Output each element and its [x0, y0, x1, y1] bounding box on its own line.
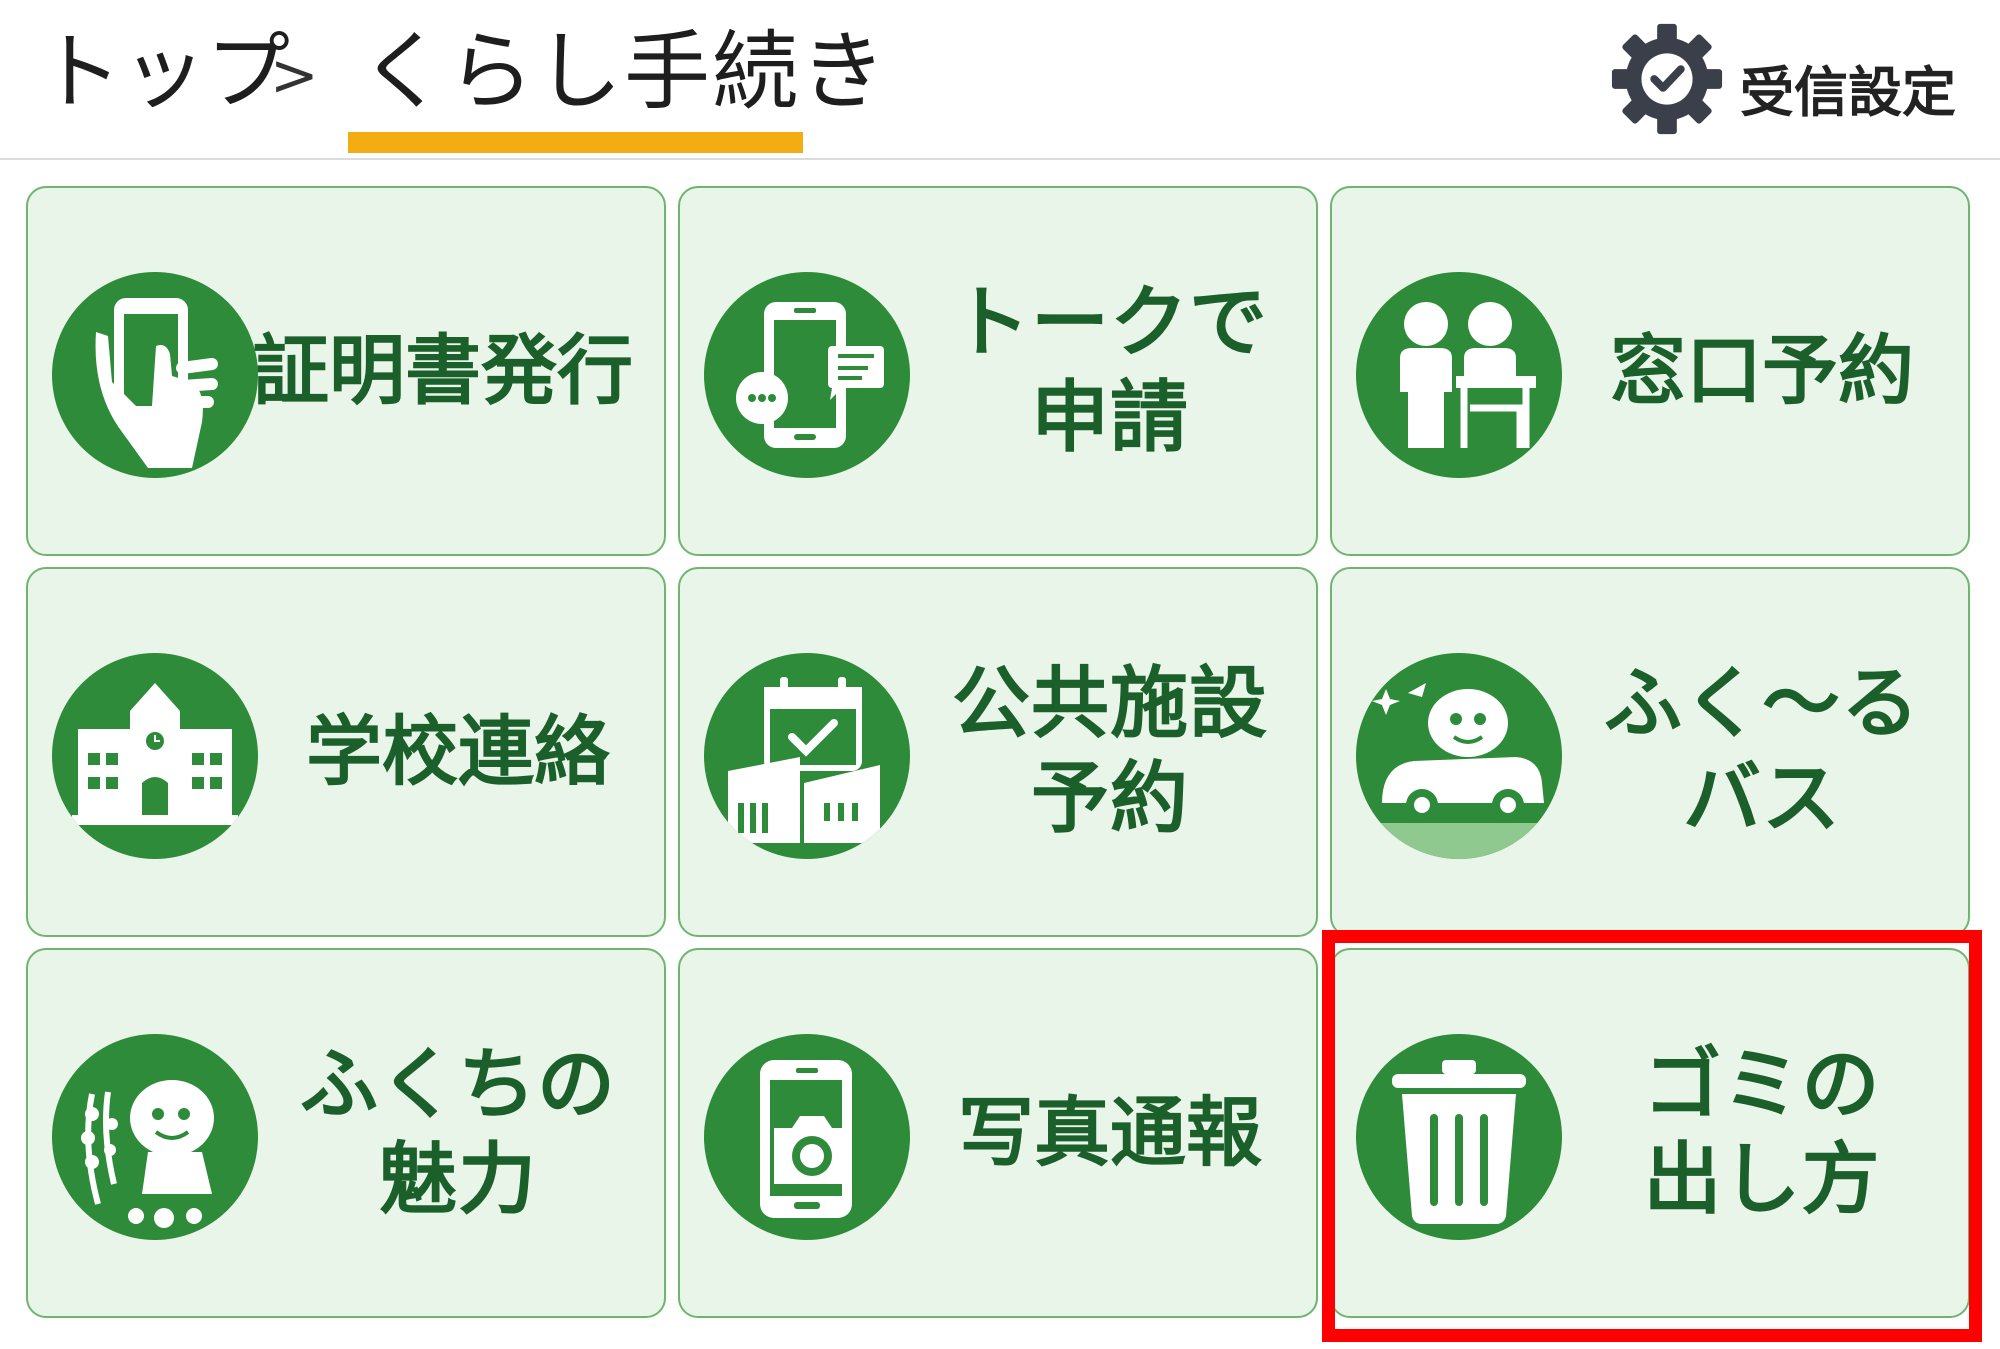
tile-label-line: 写真通報 [958, 1087, 1262, 1177]
tile-label: 窓口予約 [1562, 188, 1962, 554]
tile-label-line: 証明書発行 [253, 325, 633, 415]
tile-fukuru-bus[interactable]: ふく～る バス [1330, 567, 1970, 937]
tile-label-line: 申請 [1030, 373, 1189, 463]
tile-label: ふく～る バス [1562, 569, 1962, 935]
tile-label: 学校連絡 [258, 569, 658, 935]
tile-label-line: 窓口予約 [1610, 325, 1914, 415]
tile-school-contact[interactable]: 学校連絡 [26, 567, 666, 937]
tile-public-facility-reservation[interactable]: 公共施設 予約 [678, 567, 1318, 937]
tile-certificate-issuance[interactable]: 証明書発行 [26, 186, 666, 556]
trash-can-icon [1356, 1034, 1562, 1240]
tile-label: 公共施設 予約 [910, 569, 1310, 935]
tile-talk-application[interactable]: トークで 申請 [678, 186, 1318, 556]
tile-label-line: 公共施設 [951, 658, 1268, 749]
tile-label-line: トークで [951, 277, 1268, 368]
tile-garbage-disposal[interactable]: ゴミの 出し方 [1330, 948, 1970, 1318]
breadcrumb-separator: > [270, 41, 319, 109]
tile-label-line: ふくちの [299, 1039, 616, 1130]
tile-label: トークで 申請 [910, 188, 1310, 554]
header-bar: トップ > くらし手続き 受信設定 [0, 0, 2000, 160]
tile-label-line: ゴミの [1643, 1039, 1881, 1130]
breadcrumb-top-link[interactable]: トップ [38, 22, 290, 122]
tile-label-line: 魅力 [378, 1135, 537, 1225]
calendar-facility-icon [704, 653, 910, 859]
tile-label-line: 学校連絡 [306, 706, 610, 796]
receive-settings-label: 受信設定 [1740, 61, 1956, 124]
receive-settings-button[interactable]: 受信設定 [1608, 20, 1988, 140]
tile-photo-report[interactable]: 写真通報 [678, 948, 1318, 1318]
camera-phone-icon [704, 1034, 910, 1240]
counter-people-icon [1356, 272, 1562, 478]
school-building-icon [52, 653, 258, 859]
tile-label-line: ふく～る [1603, 658, 1920, 749]
tile-fukuchi-attractions[interactable]: ふくちの 魅力 [26, 948, 666, 1318]
tile-label: 写真通報 [910, 950, 1310, 1316]
chat-phone-icon [704, 272, 910, 478]
gear-check-icon [1611, 23, 1723, 135]
mascot-bus-icon [1356, 653, 1562, 859]
tile-label-line: 出し方 [1643, 1135, 1881, 1225]
tile-label: ふくちの 魅力 [258, 950, 658, 1316]
tile-label: ゴミの 出し方 [1562, 950, 1962, 1316]
tile-label-line: バス [1682, 754, 1841, 844]
breadcrumb-current: くらし手続き [360, 22, 888, 122]
tile-label: 証明書発行 [228, 188, 658, 554]
tile-label-line: 予約 [1030, 754, 1189, 844]
tile-counter-reservation[interactable]: 窓口予約 [1330, 186, 1970, 556]
mascot-flowers-icon [52, 1034, 258, 1240]
active-underline [348, 132, 803, 153]
